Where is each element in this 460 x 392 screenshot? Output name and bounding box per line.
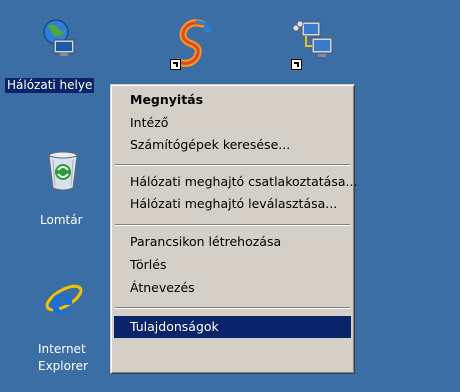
menu-separator	[115, 224, 350, 226]
menu-item-properties[interactable]: Tulajdonságok	[114, 316, 351, 338]
internet-explorer-label-line1: Internet	[38, 342, 86, 356]
menu-item-disconnect-network-drive[interactable]: Hálózati meghajtó leválasztása...	[114, 193, 351, 215]
menu-item-create-shortcut[interactable]: Parancsikon létrehozása	[114, 231, 351, 253]
recycle-bin-icon	[48, 151, 78, 191]
menu-item-rename[interactable]: Átnevezés	[114, 277, 351, 299]
menu-separator	[115, 307, 350, 309]
context-menu: Megnyitás Intéző Számítógépek keresése..…	[110, 84, 357, 374]
svg-text:e: e	[50, 280, 74, 322]
menu-item-delete[interactable]: Törlés	[114, 254, 351, 276]
menu-item-open[interactable]: Megnyitás	[114, 89, 351, 111]
menu-item-explore[interactable]: Intéző	[114, 112, 351, 134]
internet-explorer-icon: e	[45, 280, 83, 322]
menu-item-search-computers[interactable]: Számítógépek keresése...	[114, 134, 351, 156]
network-places-label[interactable]: Hálózati helye	[5, 78, 95, 93]
shortcut-arrow-icon	[170, 59, 181, 70]
network-places-icon	[43, 19, 75, 56]
menu-item-map-network-drive[interactable]: Hálózati meghajtó csatlakoztatása...	[114, 171, 357, 193]
menu-separator	[115, 164, 350, 166]
recycle-bin-label: Lomtár	[40, 213, 83, 227]
internet-explorer-label-line2: Explorer	[38, 359, 88, 373]
shortcut-arrow-icon	[291, 59, 302, 70]
